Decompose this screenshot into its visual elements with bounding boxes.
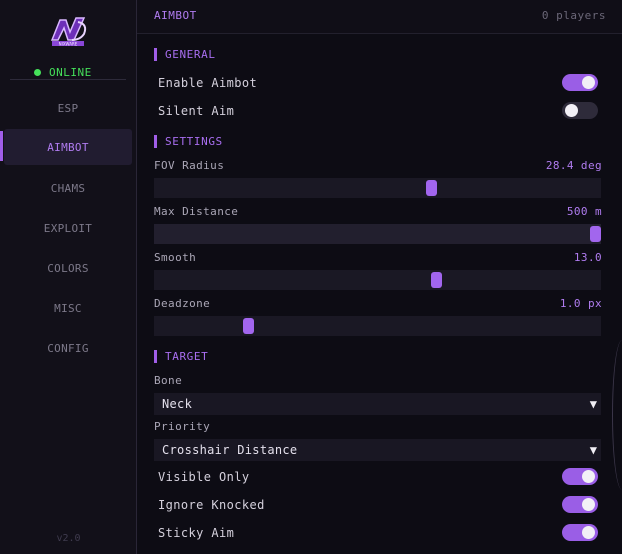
slider-thumb[interactable] [590, 226, 601, 242]
sidebar-item-config[interactable]: CONFIG [4, 330, 132, 366]
toggle-knob [565, 104, 578, 117]
fov-radius-label: FOV Radius [154, 159, 225, 172]
nixware-logo-icon: NIXWARE [50, 17, 87, 47]
priority-dropdown[interactable]: Crosshair Distance ▼ [154, 439, 601, 461]
scroll-edge-decoration [612, 340, 622, 490]
smooth-slider[interactable] [154, 270, 601, 290]
priority-label: Priority [154, 420, 211, 433]
section-marker [154, 47, 157, 61]
section-general: GENERAL [154, 47, 216, 61]
section-marker [154, 349, 157, 363]
section-title: GENERAL [165, 47, 216, 61]
page-title: AIMBOT [154, 9, 197, 22]
triangle-down-icon: ▼ [589, 397, 597, 411]
slider-thumb[interactable] [242, 318, 254, 334]
sticky-aim-label: Sticky Aim [158, 526, 235, 540]
priority-selected-value: Crosshair Distance [162, 443, 298, 457]
visible-only-label: Visible Only [158, 470, 250, 484]
toggle-knob [582, 526, 595, 539]
status-text: ONLINE [49, 65, 92, 79]
sidebar-item-esp[interactable]: ESP [4, 90, 132, 126]
max-distance-value: 500 m [566, 205, 602, 218]
bone-dropdown[interactable]: Neck ▼ [154, 393, 601, 415]
slider-thumb[interactable] [430, 272, 442, 288]
header: AIMBOT 0 players [137, 0, 622, 34]
smooth-label: Smooth [154, 251, 197, 264]
silent-aim-toggle[interactable] [562, 102, 598, 119]
max-distance-label: Max Distance [154, 205, 239, 218]
sidebar: NIXWARE ONLINE ESP AIMBOT CHAMS EXPLOIT … [0, 0, 137, 554]
player-count: 0 players [541, 9, 606, 22]
deadzone-slider[interactable] [154, 316, 601, 336]
ignore-knocked-label: Ignore Knocked [158, 498, 265, 512]
toggle-knob [582, 470, 595, 483]
fov-radius-slider[interactable] [154, 178, 601, 198]
section-title: SETTINGS [165, 134, 223, 148]
status-indicator: ONLINE [34, 64, 92, 80]
max-distance-slider[interactable] [154, 224, 601, 244]
version-label: v2.0 [56, 533, 81, 544]
visible-only-toggle[interactable] [562, 468, 598, 485]
sticky-aim-toggle[interactable] [562, 524, 598, 541]
section-title: TARGET [165, 349, 209, 363]
triangle-down-icon: ▼ [589, 443, 597, 457]
section-settings: SETTINGS [154, 134, 223, 148]
bone-label: Bone [154, 374, 183, 387]
toggle-knob [582, 498, 595, 511]
sidebar-item-colors[interactable]: COLORS [4, 250, 132, 286]
status-dot [34, 68, 41, 76]
active-indicator [0, 131, 3, 161]
section-marker [154, 134, 157, 148]
slider-thumb[interactable] [426, 180, 438, 196]
fov-radius-value: 28.4 deg [545, 159, 602, 172]
enable-aimbot-label: Enable Aimbot [158, 76, 258, 90]
smooth-value: 13.0 [573, 251, 602, 264]
ignore-knocked-toggle[interactable] [562, 496, 598, 513]
deadzone-value: 1.0 px [559, 297, 602, 310]
sidebar-item-chams[interactable]: CHAMS [4, 170, 132, 206]
sidebar-item-exploit[interactable]: EXPLOIT [4, 210, 132, 246]
logo-wordmark: NIXWARE [59, 42, 78, 47]
bone-selected-value: Neck [162, 397, 193, 411]
deadzone-label: Deadzone [154, 297, 211, 310]
toggle-knob [582, 76, 595, 89]
sidebar-item-misc[interactable]: MISC [4, 290, 132, 326]
divider [10, 79, 126, 80]
enable-aimbot-toggle[interactable] [562, 74, 598, 91]
sidebar-item-aimbot[interactable]: AIMBOT [4, 129, 132, 165]
silent-aim-label: Silent Aim [158, 104, 235, 118]
section-target: TARGET [154, 349, 208, 363]
